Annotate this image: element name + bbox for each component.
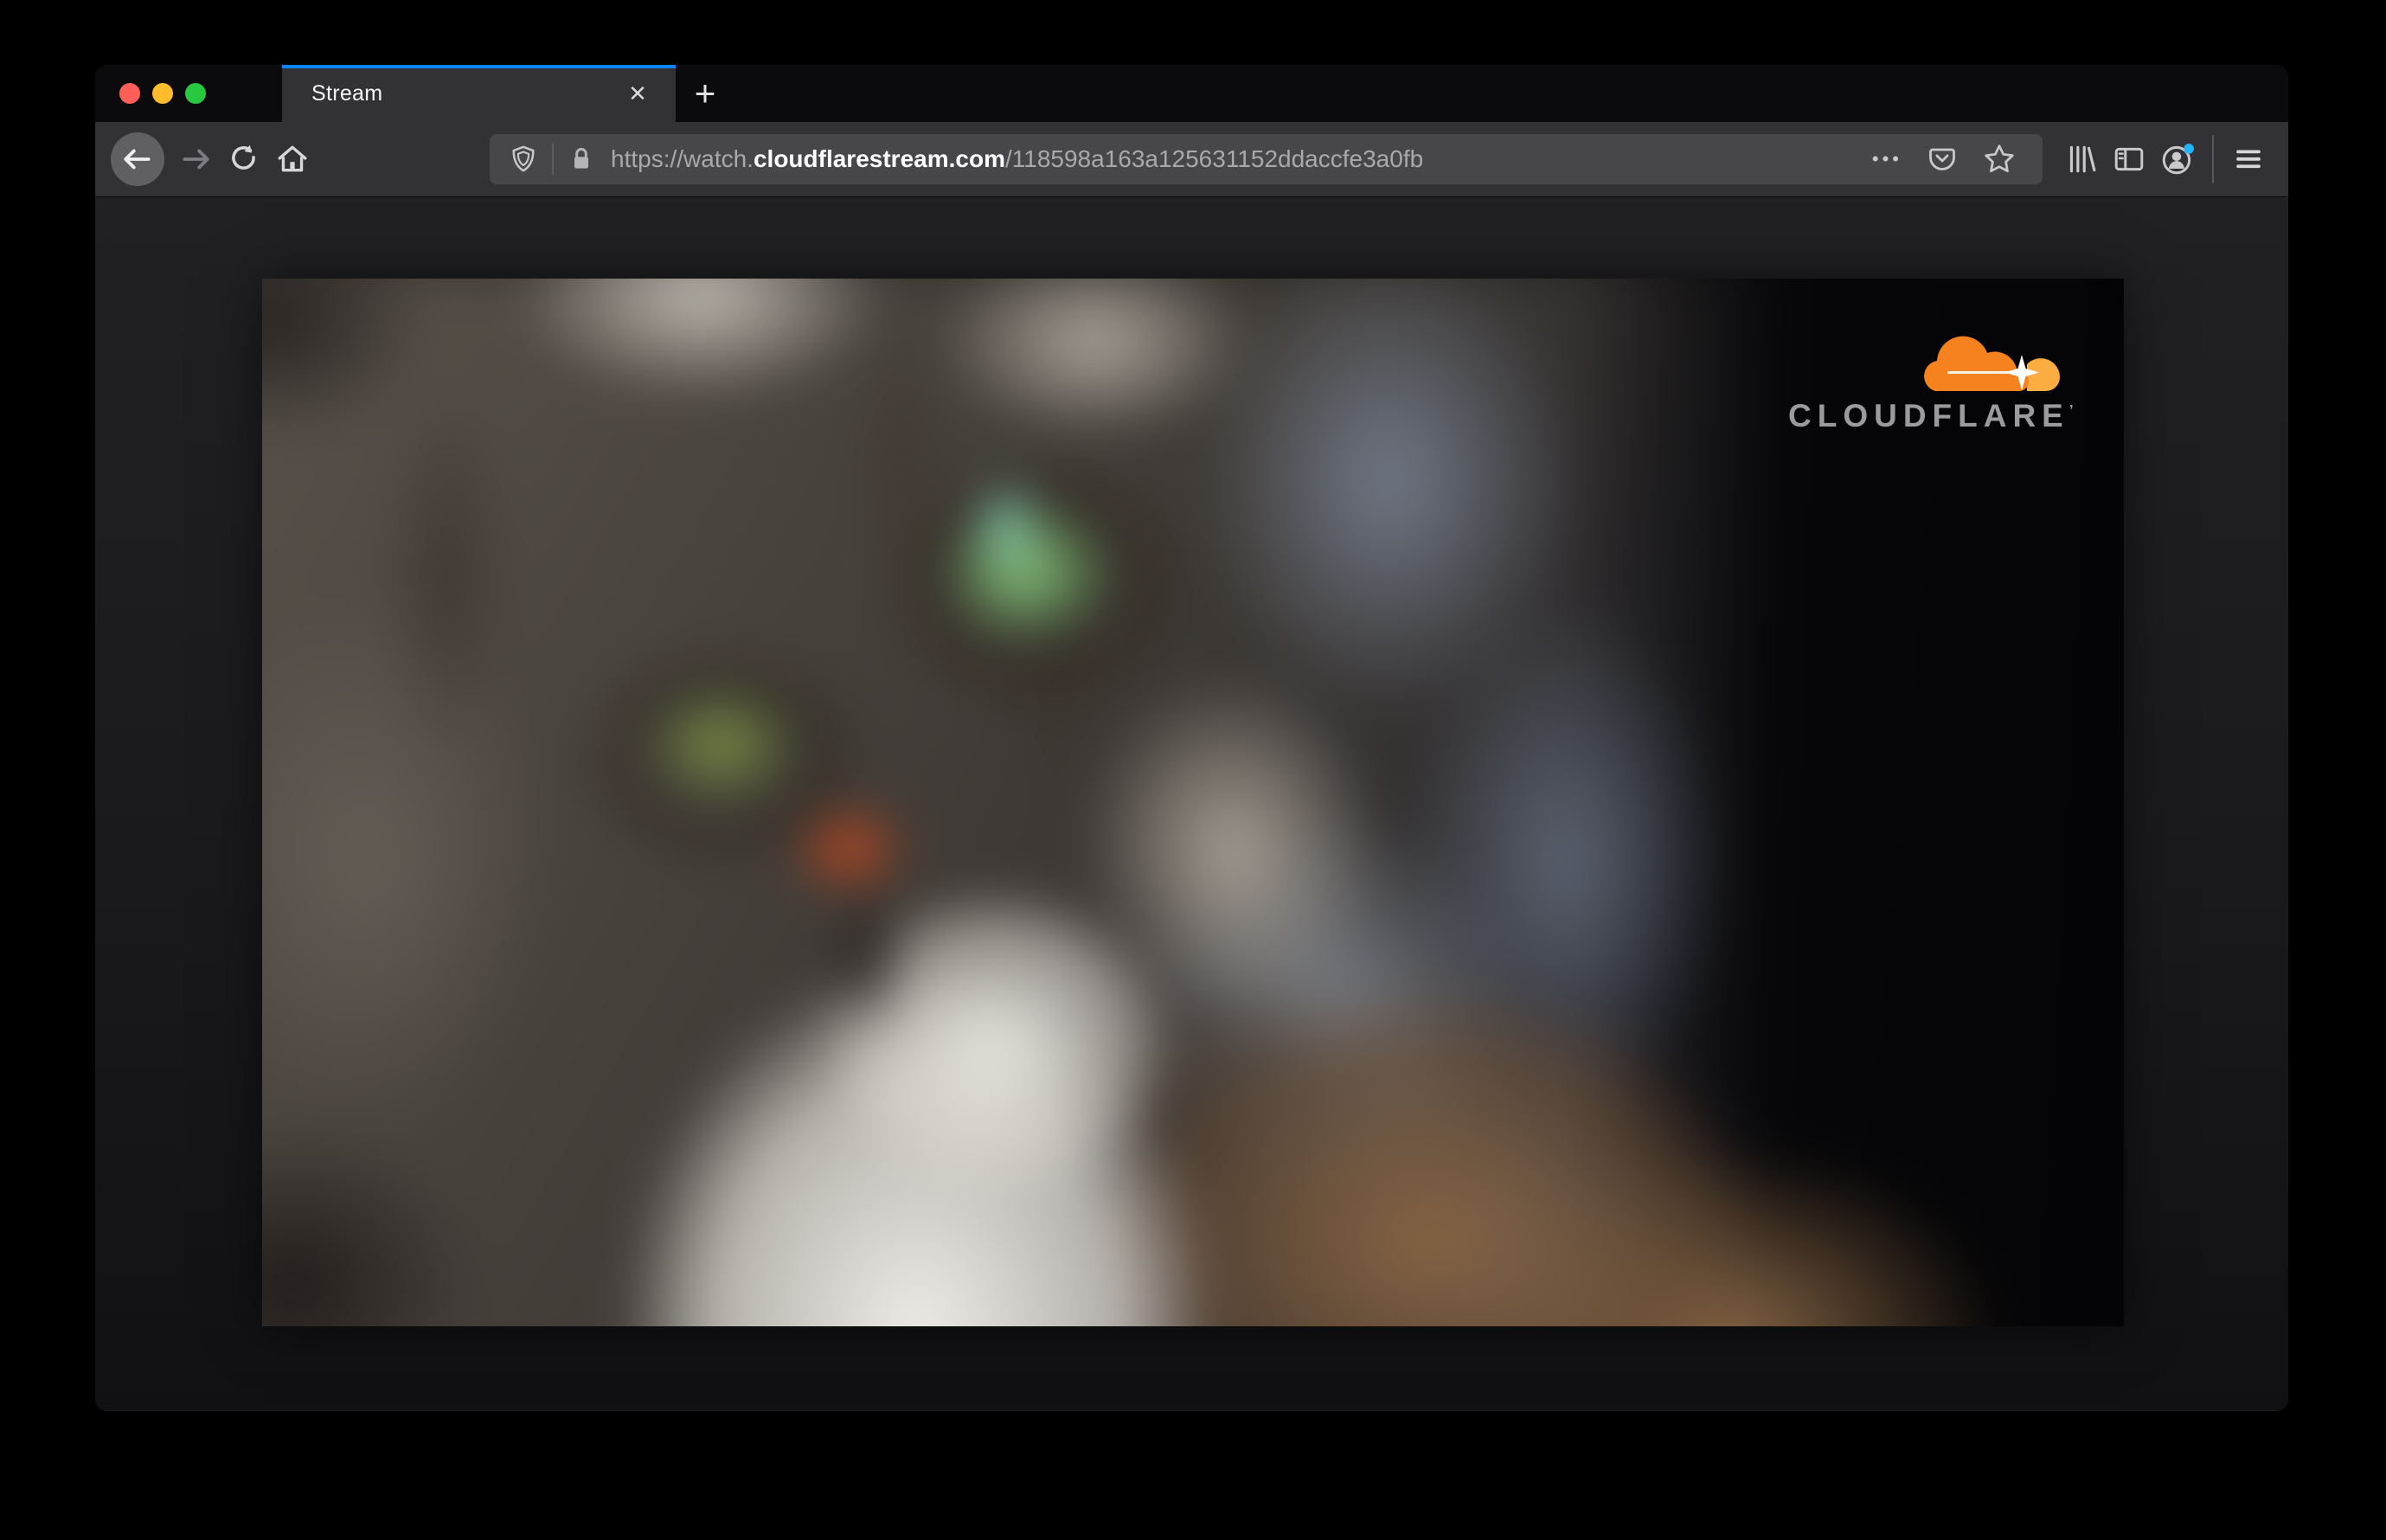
- page-actions-icon[interactable]: •••: [1865, 148, 1909, 170]
- tab-close-icon[interactable]: ✕: [619, 74, 657, 112]
- page-content: CLOUDFLARE’: [95, 197, 2288, 1410]
- menu-button[interactable]: [2224, 135, 2273, 183]
- cloudflare-wordmark: CLOUDFLARE’: [1788, 398, 2074, 434]
- library-button[interactable]: [2056, 135, 2105, 183]
- urlbar-actions: •••: [1865, 135, 2024, 183]
- video-frame-cat: [262, 279, 2124, 1326]
- bookmark-star-icon: [1985, 144, 2014, 173]
- url-text[interactable]: https://watch.cloudflarestream.com/11859…: [611, 145, 1423, 173]
- tracking-protection-shield-icon[interactable]: [509, 144, 538, 174]
- account-button[interactable]: [2153, 135, 2202, 183]
- url-domain: cloudflarestream.com: [753, 145, 1005, 172]
- account-icon: [2162, 144, 2194, 175]
- urlbar-divider: [552, 144, 554, 175]
- tab-strip: Stream ✕ +: [95, 65, 2288, 122]
- bookmark-button[interactable]: [1975, 135, 2024, 183]
- zoom-window-button[interactable]: [185, 83, 206, 104]
- browser-window: Stream ✕ + https://watch.cloudflarestrea…: [95, 65, 2288, 1411]
- reload-button[interactable]: [220, 135, 268, 183]
- sidebar-button[interactable]: [2105, 135, 2153, 183]
- toolbar-right-group: [2056, 135, 2273, 183]
- account-notification-dot: [2184, 144, 2194, 154]
- tab-stream[interactable]: Stream ✕: [282, 65, 676, 122]
- cloudflare-cloud-icon: [1924, 336, 2060, 391]
- back-button[interactable]: [111, 132, 164, 186]
- forward-button[interactable]: [171, 135, 220, 183]
- cloudflare-trademark: ’: [2069, 401, 2074, 419]
- tab-title: Stream: [311, 80, 383, 106]
- reload-icon: [232, 144, 255, 170]
- traffic-lights: [119, 83, 206, 104]
- new-tab-button[interactable]: +: [684, 73, 726, 114]
- pocket-button[interactable]: [1918, 135, 1966, 183]
- home-icon: [278, 145, 307, 172]
- pocket-icon: [1929, 148, 1955, 170]
- hamburger-menu-icon: [2236, 150, 2261, 169]
- home-button[interactable]: [268, 135, 317, 183]
- lock-icon[interactable]: [568, 145, 595, 173]
- cloudflare-wordmark-text: CLOUDFLARE: [1788, 398, 2069, 433]
- minimize-window-button[interactable]: [152, 83, 173, 104]
- toolbar-separator: [2212, 135, 2214, 183]
- back-icon: [124, 149, 151, 170]
- forward-icon: [183, 149, 209, 170]
- sidebar-icon: [2114, 147, 2144, 171]
- url-path: /118598a163a125631152ddaccfe3a0fb: [1004, 145, 1424, 172]
- video-player[interactable]: CLOUDFLARE’: [262, 279, 2124, 1326]
- cloudflare-logo: CLOUDFLARE’: [1788, 324, 2074, 434]
- url-scheme: https://watch.: [611, 145, 754, 172]
- navigation-toolbar: https://watch.cloudflarestream.com/11859…: [95, 122, 2288, 197]
- url-bar[interactable]: https://watch.cloudflarestream.com/11859…: [490, 134, 2043, 184]
- close-window-button[interactable]: [119, 83, 140, 104]
- library-icon: [2069, 145, 2096, 173]
